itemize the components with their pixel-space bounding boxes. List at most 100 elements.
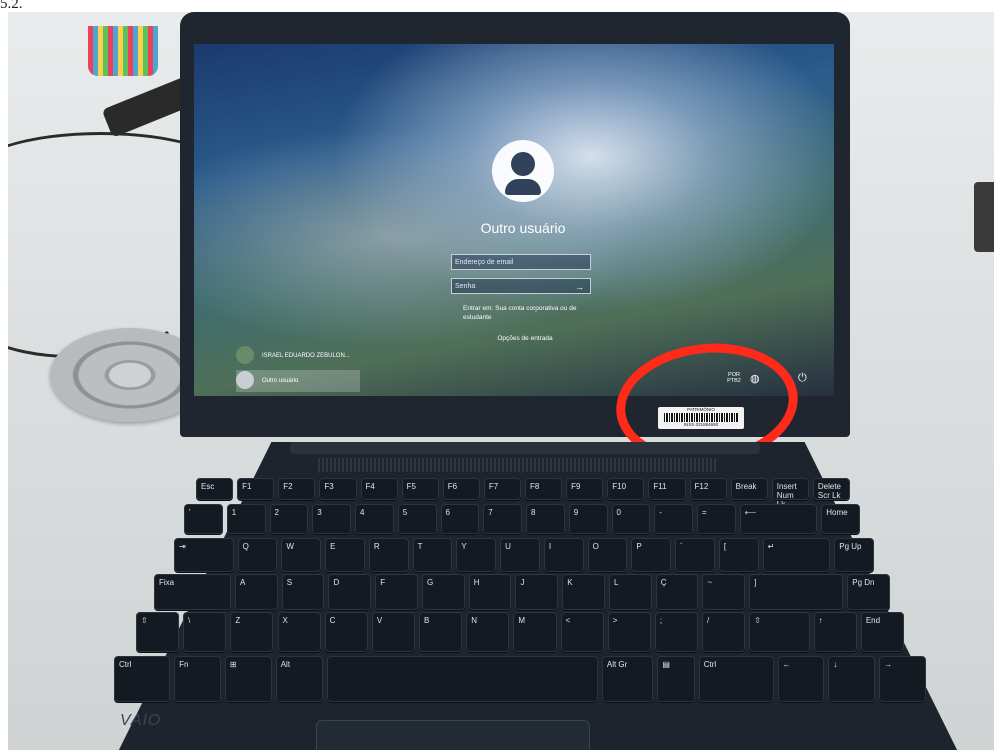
key[interactable]: 0 xyxy=(611,504,651,534)
key[interactable]: U xyxy=(500,538,540,572)
sign-in-options-link[interactable]: Opções de entrada xyxy=(480,335,570,342)
key[interactable]: End xyxy=(860,612,904,652)
key[interactable]: Alt xyxy=(275,656,323,702)
key[interactable]: Z xyxy=(230,612,274,652)
key[interactable]: > xyxy=(607,612,651,652)
key[interactable]: Pg Up xyxy=(834,538,874,572)
key[interactable]: ´ xyxy=(675,538,715,572)
key[interactable]: ; xyxy=(654,612,699,652)
key[interactable]: S xyxy=(281,574,325,610)
email-field[interactable]: Endereço de email xyxy=(451,254,591,270)
password-placeholder: Senha xyxy=(455,283,476,290)
key[interactable]: F11 xyxy=(648,478,686,500)
key[interactable]: → xyxy=(879,656,926,702)
key[interactable]: F1 xyxy=(237,478,275,500)
arrow-right-icon[interactable]: → xyxy=(575,279,584,295)
key[interactable]: 8 xyxy=(526,504,565,534)
hinge xyxy=(290,442,760,454)
key[interactable]: Ç xyxy=(655,574,699,610)
key[interactable]: \ xyxy=(183,612,227,652)
key[interactable]: F4 xyxy=(360,478,398,500)
key[interactable]: G xyxy=(421,574,465,610)
key[interactable]: O xyxy=(587,538,628,572)
door-key xyxy=(974,182,994,252)
key[interactable]: 1 xyxy=(226,504,266,534)
key[interactable]: C xyxy=(324,612,368,652)
key[interactable]: F10 xyxy=(607,478,645,500)
key[interactable]: F2 xyxy=(278,478,316,500)
key[interactable]: P xyxy=(631,538,672,572)
key[interactable]: F6 xyxy=(442,478,480,500)
power-icon[interactable]: ⏻ xyxy=(798,372,807,385)
brand-logo: VAIO xyxy=(120,712,162,729)
password-field[interactable]: Senha → xyxy=(451,278,591,294)
key[interactable]: Home xyxy=(821,504,860,534)
key[interactable]: ▤ xyxy=(657,656,695,702)
key[interactable]: ↵ xyxy=(762,538,831,572)
key[interactable]: ⟵ xyxy=(739,504,818,534)
key[interactable]: I xyxy=(543,538,584,572)
key[interactable]: Pg Dn xyxy=(847,574,890,610)
key[interactable]: Fixa xyxy=(154,574,231,610)
key[interactable]: Fn xyxy=(174,656,221,702)
key[interactable]: ~ xyxy=(702,574,746,610)
key[interactable]: ⇥ xyxy=(174,538,234,572)
key[interactable]: Y xyxy=(456,538,497,572)
key[interactable]: 3 xyxy=(312,504,351,534)
key[interactable]: W xyxy=(281,538,322,572)
key[interactable]: ] xyxy=(749,574,844,610)
key[interactable]: 4 xyxy=(355,504,394,534)
key[interactable]: H xyxy=(468,574,512,610)
key[interactable]: ⊞ xyxy=(224,656,272,702)
key[interactable]: V xyxy=(371,612,415,652)
key[interactable]: F9 xyxy=(566,478,604,500)
key[interactable]: 7 xyxy=(483,504,522,534)
key[interactable]: 9 xyxy=(568,504,608,534)
key[interactable]: R xyxy=(368,538,409,572)
key[interactable]: F xyxy=(375,574,418,610)
user-avatar-icon xyxy=(236,371,254,390)
key[interactable]: ⇧ xyxy=(136,612,180,652)
key[interactable]: N xyxy=(466,612,510,652)
key[interactable]: ↓ xyxy=(828,656,876,702)
key[interactable]: < xyxy=(560,612,604,652)
key[interactable]: M xyxy=(513,612,557,652)
touchpad[interactable] xyxy=(316,720,590,750)
key[interactable]: Ctrl xyxy=(114,656,171,702)
key[interactable]: K xyxy=(562,574,605,610)
key[interactable]: Q xyxy=(237,538,278,572)
key[interactable]: A xyxy=(234,574,278,610)
key[interactable]: J xyxy=(515,574,559,610)
key[interactable]: = xyxy=(697,504,736,534)
key[interactable]: Break xyxy=(730,478,768,500)
key[interactable]: Ctrl xyxy=(698,656,774,702)
key[interactable]: Delete Scr Lk xyxy=(812,478,850,500)
key[interactable]: D xyxy=(328,574,372,610)
key[interactable]: F8 xyxy=(525,478,563,500)
key[interactable]: F7 xyxy=(483,478,521,500)
key[interactable]: E xyxy=(325,538,365,572)
key[interactable]: Esc xyxy=(196,478,234,500)
key[interactable]: X xyxy=(277,612,321,652)
key[interactable]: L xyxy=(608,574,652,610)
key[interactable]: Insert Num Lk xyxy=(771,478,809,509)
key[interactable]: F5 xyxy=(401,478,439,500)
key[interactable]: 6 xyxy=(440,504,480,534)
key[interactable]: F3 xyxy=(319,478,357,500)
key[interactable]: ⇧ xyxy=(749,612,810,652)
key[interactable]: 2 xyxy=(269,504,309,534)
key[interactable]: ↑ xyxy=(813,612,857,652)
key[interactable]: Alt Gr xyxy=(601,656,654,702)
key[interactable]: T xyxy=(412,538,453,572)
user-tile[interactable]: Outro usuário xyxy=(236,370,360,392)
user-tile[interactable]: ISRAEL EDUARDO ZEBULON... xyxy=(236,345,360,367)
key[interactable]: F12 xyxy=(689,478,727,500)
key[interactable]: 5 xyxy=(397,504,437,534)
key[interactable]: [ xyxy=(718,538,759,572)
key[interactable]: / xyxy=(702,612,746,652)
key[interactable]: ← xyxy=(777,656,825,702)
key[interactable]: ' xyxy=(184,504,223,534)
key[interactable]: B xyxy=(419,612,463,652)
key[interactable] xyxy=(326,656,598,702)
key[interactable]: - xyxy=(654,504,693,534)
